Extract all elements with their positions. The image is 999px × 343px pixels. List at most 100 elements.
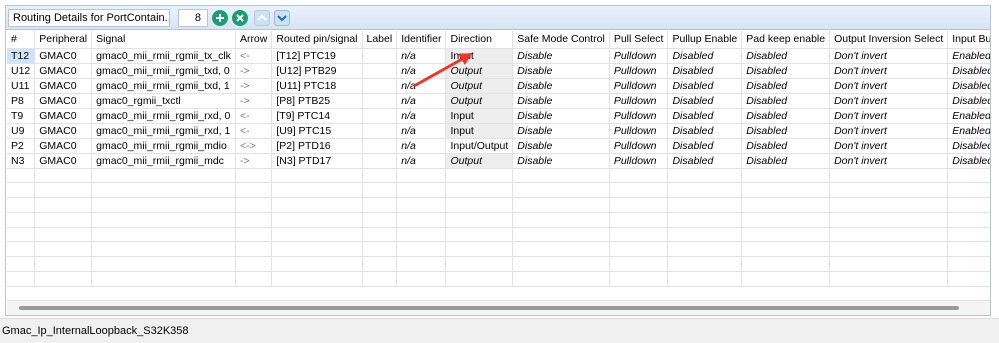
table-cell[interactable] bbox=[667, 241, 743, 258]
table-cell[interactable] bbox=[235, 212, 273, 228]
table-cell[interactable] bbox=[512, 271, 610, 287]
table-cell[interactable] bbox=[362, 153, 398, 169]
table-cell[interactable]: Disabled bbox=[947, 63, 990, 79]
table-cell[interactable] bbox=[235, 241, 273, 258]
table-cell[interactable] bbox=[235, 182, 273, 199]
table-cell[interactable]: [P2] PTD16 bbox=[271, 138, 363, 154]
column-header[interactable]: Label bbox=[362, 31, 398, 49]
table-cell[interactable] bbox=[667, 227, 743, 243]
table-cell[interactable] bbox=[91, 271, 236, 287]
table-cell[interactable] bbox=[829, 197, 949, 213]
table-cell[interactable]: -> bbox=[235, 153, 273, 169]
table-cell[interactable]: GMAC0 bbox=[34, 153, 93, 169]
table-cell[interactable]: Disable bbox=[512, 108, 610, 124]
table-cell[interactable] bbox=[362, 138, 398, 154]
table-cell[interactable]: Pulldown bbox=[609, 93, 669, 109]
table-cell[interactable] bbox=[741, 256, 831, 273]
empty-table-row[interactable] bbox=[7, 197, 990, 213]
table-cell[interactable]: T12 bbox=[7, 48, 36, 64]
table-cell[interactable] bbox=[7, 256, 36, 273]
table-cell[interactable] bbox=[271, 241, 363, 258]
table-cell[interactable]: [U9] PTC15 bbox=[271, 123, 363, 139]
table-cell[interactable]: Disabled bbox=[947, 78, 990, 94]
table-cell[interactable]: gmac0_mii_rmii_rgmii_txd, 0 bbox=[91, 63, 236, 79]
table-cell[interactable] bbox=[362, 78, 398, 94]
table-cell[interactable]: -> bbox=[235, 63, 273, 79]
table-cell[interactable]: GMAC0 bbox=[34, 78, 93, 94]
table-cell[interactable]: Pulldown bbox=[609, 48, 669, 64]
table-cell[interactable] bbox=[34, 241, 93, 258]
empty-table-row[interactable] bbox=[7, 182, 990, 199]
table-cell[interactable] bbox=[609, 256, 669, 273]
table-cell[interactable]: GMAC0 bbox=[34, 48, 93, 64]
table-cell[interactable] bbox=[609, 227, 669, 243]
table-cell[interactable]: Disable bbox=[512, 78, 610, 94]
table-cell[interactable] bbox=[947, 212, 990, 228]
table-cell[interactable] bbox=[396, 227, 447, 243]
table-cell[interactable] bbox=[235, 256, 273, 273]
table-cell[interactable] bbox=[362, 197, 398, 213]
table-cell[interactable] bbox=[445, 197, 514, 213]
table-cell[interactable]: Disabled bbox=[741, 93, 831, 109]
table-cell[interactable]: n/a bbox=[396, 93, 447, 109]
table-cell[interactable]: [U11] PTC18 bbox=[271, 78, 363, 94]
table-cell[interactable] bbox=[235, 227, 273, 243]
table-cell[interactable]: Disabled bbox=[741, 153, 831, 169]
table-cell[interactable] bbox=[396, 271, 447, 287]
table-cell[interactable] bbox=[362, 227, 398, 243]
table-cell[interactable] bbox=[667, 168, 743, 184]
table-cell[interactable] bbox=[362, 168, 398, 184]
table-cell[interactable]: Enabled bbox=[947, 48, 990, 64]
table-cell[interactable]: gmac0_rgmii_txctl bbox=[91, 93, 236, 109]
column-header[interactable]: # bbox=[7, 31, 36, 49]
table-cell[interactable]: [T12] PTC19 bbox=[271, 48, 363, 64]
table-cell[interactable]: Disabled bbox=[667, 138, 743, 154]
table-cell[interactable] bbox=[609, 168, 669, 184]
empty-table-row[interactable] bbox=[7, 271, 990, 287]
scrollbar-thumb[interactable] bbox=[19, 306, 959, 310]
table-cell[interactable]: Output bbox=[445, 153, 514, 169]
table-cell[interactable]: Input/Output bbox=[445, 138, 514, 154]
table-cell[interactable] bbox=[445, 227, 514, 243]
table-cell[interactable]: Pulldown bbox=[609, 153, 669, 169]
table-cell[interactable] bbox=[609, 197, 669, 213]
table-cell[interactable]: Enabled bbox=[947, 108, 990, 124]
table-cell[interactable] bbox=[7, 241, 36, 258]
table-cell[interactable] bbox=[512, 241, 610, 258]
table-cell[interactable] bbox=[829, 182, 949, 199]
move-down-button[interactable] bbox=[274, 10, 290, 26]
table-cell[interactable] bbox=[271, 227, 363, 243]
table-cell[interactable] bbox=[7, 168, 36, 184]
table-cell[interactable]: Disabled bbox=[741, 108, 831, 124]
table-cell[interactable] bbox=[235, 271, 273, 287]
table-cell[interactable] bbox=[7, 197, 36, 213]
column-header[interactable]: Direction bbox=[445, 31, 514, 49]
table-cell[interactable]: U12 bbox=[7, 63, 36, 79]
table-cell[interactable]: Don't invert bbox=[829, 63, 949, 79]
table-cell[interactable] bbox=[271, 271, 363, 287]
table-cell[interactable] bbox=[91, 256, 236, 273]
table-cell[interactable] bbox=[271, 212, 363, 228]
table-cell[interactable] bbox=[512, 197, 610, 213]
column-header[interactable]: Peripheral bbox=[34, 31, 93, 49]
table-cell[interactable]: [P8] PTB25 bbox=[271, 93, 363, 109]
table-cell[interactable]: Don't invert bbox=[829, 48, 949, 64]
table-row[interactable]: P8 GMAC0 gmac0_rgmii_txctl -> [P8] PTB25 n/a O… bbox=[7, 93, 990, 109]
table-cell[interactable]: <- bbox=[235, 48, 273, 64]
table-cell[interactable]: Disable bbox=[512, 153, 610, 169]
table-cell[interactable]: Disable bbox=[512, 138, 610, 154]
table-cell[interactable]: Don't invert bbox=[829, 78, 949, 94]
table-row[interactable]: T9 GMAC0 gmac0_mii_rmii_rgmii_rxd, 0 <- [T9]… bbox=[7, 108, 990, 124]
table-cell[interactable] bbox=[396, 256, 447, 273]
table-cell[interactable] bbox=[741, 212, 831, 228]
table-cell[interactable] bbox=[445, 256, 514, 273]
table-cell[interactable]: Disable bbox=[512, 123, 610, 139]
table-cell[interactable]: Don't invert bbox=[829, 153, 949, 169]
table-cell[interactable]: Disabled bbox=[667, 63, 743, 79]
table-cell[interactable] bbox=[34, 182, 93, 199]
table-cell[interactable]: Disabled bbox=[741, 63, 831, 79]
routing-title-field[interactable]: Routing Details for PortContain... bbox=[8, 9, 170, 27]
table-cell[interactable] bbox=[34, 168, 93, 184]
table-cell[interactable] bbox=[91, 227, 236, 243]
table-cell[interactable]: Disabled bbox=[667, 48, 743, 64]
